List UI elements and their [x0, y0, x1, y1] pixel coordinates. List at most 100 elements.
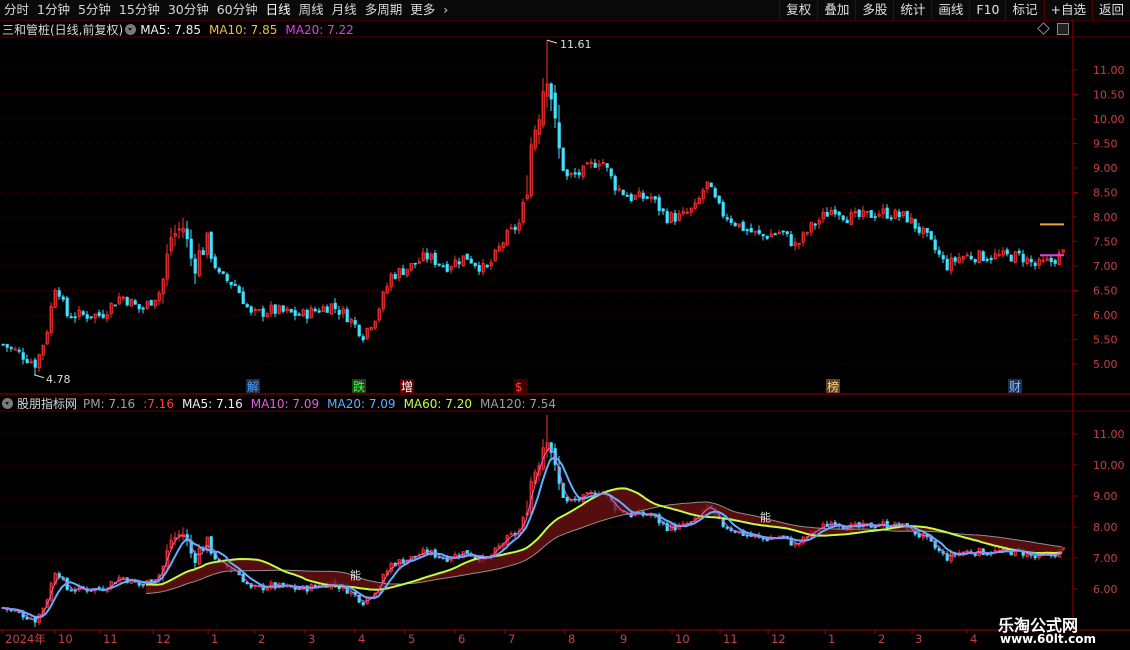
ma-band-fill — [146, 488, 1062, 594]
candle-body — [149, 299, 153, 306]
time-axis-label: 12 — [156, 632, 171, 646]
candle-body — [673, 213, 677, 222]
candle-body — [621, 189, 625, 196]
candle-body — [1, 343, 5, 346]
candle-body — [813, 223, 817, 226]
candle-body — [137, 304, 141, 310]
candle-body — [725, 217, 729, 220]
candle-body — [917, 226, 921, 233]
event-badge-3: $ — [515, 380, 523, 394]
main-y-tick: 5.00 — [1093, 358, 1118, 371]
candle-body — [437, 263, 441, 266]
candle-body — [661, 208, 665, 212]
candle-body — [345, 309, 349, 323]
candle-body — [485, 264, 489, 268]
time-axis-label: 11 — [103, 632, 118, 646]
candle-body — [5, 344, 9, 348]
candle-body — [989, 257, 993, 261]
candle-body — [717, 195, 721, 204]
main-y-tick: 7.00 — [1093, 260, 1118, 273]
candle-body — [261, 308, 265, 317]
low-price-label: 4.78 — [46, 373, 71, 386]
time-axis-label: 2 — [878, 632, 885, 646]
candle-body — [193, 258, 197, 274]
main-y-tick: 11.00 — [1093, 64, 1125, 77]
candle-body — [133, 300, 137, 305]
time-axis-label: 9 — [620, 632, 627, 646]
time-axis-label: 2024年 — [5, 632, 46, 646]
main-y-tick: 10.00 — [1093, 113, 1125, 126]
candle-body — [785, 231, 789, 235]
main-y-tick: 9.50 — [1093, 138, 1118, 151]
candle-body — [713, 188, 717, 198]
candle-body — [929, 231, 933, 240]
time-axis-label: 1 — [828, 632, 835, 646]
candle-body — [1049, 257, 1053, 263]
candle-body — [113, 304, 117, 307]
event-badge-4: 榜 — [827, 379, 839, 394]
low-marker — [33, 374, 45, 379]
main-y-tick: 8.00 — [1093, 211, 1118, 224]
candle-body — [413, 262, 417, 265]
candle-body — [293, 310, 297, 316]
candle-body — [761, 234, 765, 237]
candle-body — [933, 239, 937, 251]
sub-candle-body — [193, 553, 197, 563]
candle-body — [1009, 254, 1013, 262]
candle-body — [745, 229, 749, 232]
candle-body — [465, 253, 469, 260]
candle-body — [9, 347, 13, 349]
candle-body — [249, 306, 253, 313]
time-axis-label: 11 — [723, 632, 738, 646]
candle-body — [905, 210, 909, 223]
time-axis-label: 3 — [308, 632, 315, 646]
candlestick-chart[interactable]: 11.00 10.50 10.00 9.50 9.00 8.50 8.00 7.50 7.00 6… — [0, 0, 1130, 650]
candle-body — [393, 274, 397, 279]
candle-body — [233, 284, 237, 286]
candle-body — [101, 314, 105, 318]
sub-candle-body — [725, 527, 729, 529]
candle-body — [213, 256, 217, 268]
event-badge-5: 财 — [1009, 380, 1021, 394]
main-y-tick: 6.00 — [1093, 309, 1118, 322]
candle-body — [225, 273, 229, 281]
candle-body — [73, 316, 77, 319]
candle-body — [645, 196, 649, 199]
candle-body — [721, 202, 725, 217]
candle-body — [629, 194, 633, 202]
sub-candle-body — [565, 496, 569, 502]
candle-body — [781, 230, 785, 233]
candle-body — [897, 211, 901, 217]
candle-body — [1017, 250, 1021, 254]
candle-body — [557, 122, 561, 149]
candle-body — [549, 83, 553, 100]
sub-candle-body — [437, 556, 441, 559]
candle-body — [333, 302, 337, 310]
candle-body — [837, 211, 841, 216]
candle-body — [317, 310, 321, 313]
candle-body — [749, 227, 753, 233]
candle-body — [245, 304, 249, 308]
candle-body — [773, 233, 777, 236]
candle-body — [353, 320, 357, 325]
candle-body — [857, 209, 861, 217]
candle-body — [477, 265, 481, 272]
candle-body — [457, 261, 461, 265]
candle-body — [189, 238, 193, 259]
candle-body — [869, 210, 873, 218]
candle-body — [553, 92, 557, 119]
time-axis-label: 10 — [58, 632, 73, 646]
candle-body — [237, 286, 241, 293]
candle-body — [889, 217, 893, 220]
candle-body — [281, 305, 285, 312]
candle-body — [25, 359, 29, 363]
main-y-tick: 6.50 — [1093, 285, 1118, 298]
event-badge-1: 跌 — [353, 379, 365, 394]
candle-body — [17, 349, 21, 352]
candle-body — [441, 265, 445, 268]
candle-body — [81, 311, 85, 315]
candle-body — [69, 316, 73, 319]
candle-body — [305, 309, 309, 319]
candle-body — [657, 197, 661, 211]
event-badge-0: 解 — [247, 380, 259, 394]
